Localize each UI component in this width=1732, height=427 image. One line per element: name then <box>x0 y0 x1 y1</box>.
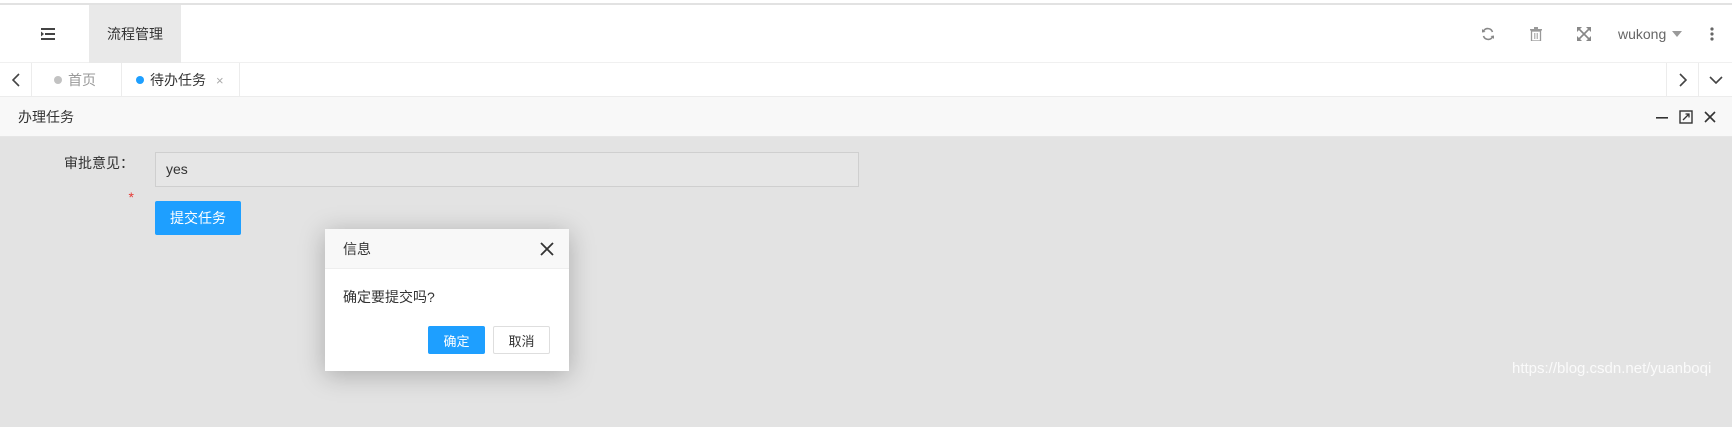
dialog-close-icon[interactable] <box>539 241 555 257</box>
confirm-dialog: 信息 确定要提交吗? 确定 取消 <box>325 229 569 371</box>
approval-comment-label: 审批意见： * <box>60 146 140 205</box>
tab-label: 待办任务 <box>150 72 206 88</box>
tab-status-dot <box>136 76 144 84</box>
tab-todo-tasks[interactable]: 待办任务 × <box>122 63 240 97</box>
nav-process-management[interactable]: 流程管理 <box>89 5 181 63</box>
top-header: 流程管理 wukong <box>0 5 1732 63</box>
tab-status-dot <box>54 76 62 84</box>
caret-down-icon <box>1672 31 1683 37</box>
tabs-scroll-left-icon[interactable] <box>0 63 32 97</box>
dialog-message: 确定要提交吗? <box>343 289 435 305</box>
panel-header: 办理任务 <box>0 97 1732 137</box>
panel-title: 办理任务 <box>18 109 74 125</box>
watermark: https://blog.csdn.net/yuanboqi <box>1512 360 1712 377</box>
fullscreen-icon[interactable] <box>1568 5 1600 63</box>
tabs-scroll-right-icon[interactable] <box>1666 63 1698 97</box>
dialog-title: 信息 <box>343 241 371 257</box>
minimize-icon[interactable] <box>1651 97 1673 137</box>
tab-close-icon[interactable]: × <box>216 73 224 88</box>
dialog-ok-button[interactable]: 确定 <box>428 326 485 354</box>
refresh-icon[interactable] <box>1472 5 1504 63</box>
close-panel-icon[interactable] <box>1699 97 1721 137</box>
user-menu[interactable]: wukong <box>1618 5 1683 63</box>
menu-toggle-icon[interactable] <box>20 5 76 63</box>
tabs-bar: 首页 待办任务 × <box>0 63 1732 97</box>
approval-label-text: 审批意见： <box>64 155 134 171</box>
trash-icon[interactable] <box>1520 5 1552 63</box>
dialog-header: 信息 <box>325 229 569 269</box>
tab-home[interactable]: 首页 <box>40 63 122 97</box>
submit-task-button[interactable]: 提交任务 <box>155 201 241 235</box>
more-vertical-icon[interactable] <box>1700 5 1724 63</box>
dialog-cancel-button[interactable]: 取消 <box>493 326 550 354</box>
tab-label: 首页 <box>68 72 96 88</box>
required-mark: * <box>128 189 134 205</box>
main-content: 办理任务 审批意见： * yes 提交任务 信息 确定要提交吗? 确定 取消 ht… <box>0 97 1732 427</box>
maximize-icon[interactable] <box>1675 97 1697 137</box>
approval-comment-input[interactable]: yes <box>155 152 859 187</box>
tabs-dropdown-icon[interactable] <box>1698 63 1732 97</box>
username: wukong <box>1618 26 1667 42</box>
